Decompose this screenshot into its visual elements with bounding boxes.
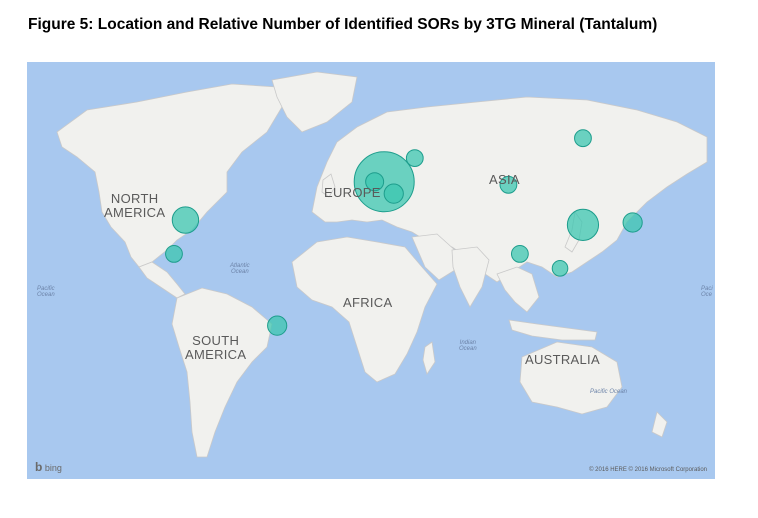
bubble-russia[interactable] <box>574 129 592 148</box>
label-europe: EUROPE <box>324 185 381 200</box>
bubble-germany[interactable] <box>353 151 415 213</box>
label-australia: AUSTRALIA <box>525 352 600 367</box>
label-pacific-east: Paci Oce <box>701 286 713 298</box>
map-canvas[interactable] <box>27 62 715 479</box>
label-asia: ASIA <box>489 172 520 187</box>
bubble-thailand[interactable] <box>551 260 569 277</box>
copyright-notice: © 2016 HERE © 2016 Microsoft Corporation <box>589 467 707 473</box>
bubble-mexico[interactable] <box>165 244 183 263</box>
label-pacific-south: Pacific Ocean <box>590 389 628 395</box>
label-indian: Indian Ocean <box>459 340 477 352</box>
bubble-japan[interactable] <box>622 212 643 233</box>
label-south-america: SOUTH AMERICA <box>185 333 247 362</box>
bubble-austria[interactable] <box>383 183 404 204</box>
bing-logo[interactable]: b bing <box>35 460 62 474</box>
bubble-india[interactable] <box>510 244 529 263</box>
bubble-estonia[interactable] <box>405 149 424 167</box>
world-map[interactable]: NORTH AMERICA SOUTH AMERICA EUROPE ASIA … <box>27 62 715 479</box>
figure-title: Figure 5: Location and Relative Number o… <box>28 16 658 33</box>
bing-logo-icon: b <box>35 460 43 474</box>
label-atlantic: Atlantic Ocean <box>230 263 250 275</box>
label-africa: AFRICA <box>343 295 393 310</box>
bubble-brazil[interactable] <box>267 315 288 336</box>
label-north-america: NORTH AMERICA <box>104 191 166 220</box>
bubble-united-states[interactable] <box>171 206 200 234</box>
bubble-china[interactable] <box>566 208 600 241</box>
label-pacific-west: Pacific Ocean <box>37 286 55 298</box>
